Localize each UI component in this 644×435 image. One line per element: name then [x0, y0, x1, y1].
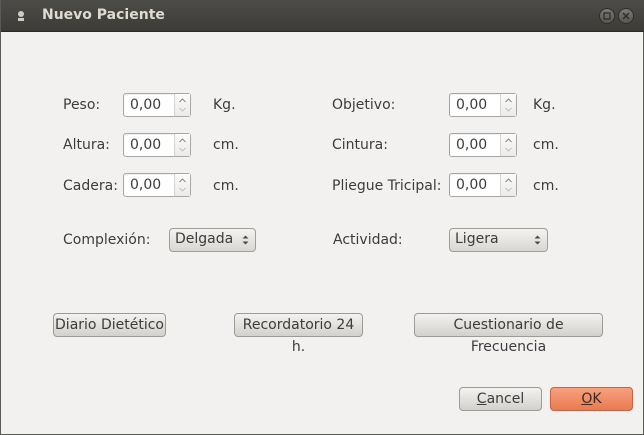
diario-dietetico-button[interactable]: Diario Dietético — [53, 313, 166, 337]
cintura-input[interactable] — [456, 136, 500, 154]
spin-down-icon[interactable] — [179, 106, 186, 113]
cadera-unit: cm. — [213, 178, 239, 194]
cuestionario-frecuencia-button[interactable]: Cuestionario de Frecuencia — [414, 313, 603, 355]
ok-label-rest: K — [592, 391, 602, 407]
close-icon — [622, 12, 630, 20]
cancel-mnemonic: C — [476, 391, 487, 407]
maximize-button[interactable] — [599, 8, 615, 24]
title-bar[interactable]: Nuevo Paciente — [1, 0, 644, 32]
actividad-label: Actividad: — [333, 232, 403, 248]
actividad-select[interactable]: Ligera — [449, 228, 548, 252]
combo-arrows-icon — [242, 235, 249, 245]
altura-input[interactable] — [130, 136, 174, 154]
pliegue-spin-arrows[interactable] — [500, 174, 516, 196]
spin-up-icon[interactable] — [179, 177, 186, 184]
ok-mnemonic: O — [581, 391, 593, 407]
window-menu-icon[interactable] — [16, 10, 26, 22]
close-button[interactable] — [618, 8, 634, 24]
cadera-input[interactable] — [130, 176, 174, 194]
cadera-label: Cadera: — [63, 178, 118, 194]
altura-label: Altura: — [63, 137, 110, 153]
cancel-label-rest: ancel — [486, 391, 525, 407]
altura-spin-arrows[interactable] — [174, 134, 190, 156]
peso-label: Peso: — [63, 97, 101, 113]
spin-down-icon[interactable] — [505, 146, 512, 153]
altura-unit: cm. — [213, 137, 239, 153]
cintura-unit: cm. — [533, 137, 559, 153]
complexion-label: Complexión: — [63, 232, 151, 248]
objetivo-spinbox[interactable] — [449, 93, 517, 117]
peso-input[interactable] — [130, 96, 174, 114]
peso-spin-arrows[interactable] — [174, 94, 190, 116]
peso-unit: Kg. — [213, 97, 236, 113]
cancel-button[interactable]: Cancel — [459, 387, 542, 411]
spin-down-icon[interactable] — [179, 186, 186, 193]
spin-down-icon[interactable] — [505, 186, 512, 193]
pliegue-spinbox[interactable] — [449, 173, 517, 197]
pliegue-label: Pliegue Tricipal: — [332, 178, 442, 194]
maximize-icon — [603, 12, 611, 20]
window-title: Nuevo Paciente — [42, 7, 165, 23]
objetivo-unit: Kg. — [533, 97, 556, 113]
spin-up-icon[interactable] — [505, 137, 512, 144]
spin-down-icon[interactable] — [505, 106, 512, 113]
spin-up-icon[interactable] — [505, 97, 512, 104]
actividad-selected: Ligera — [455, 231, 499, 247]
pliegue-input[interactable] — [456, 176, 500, 194]
objetivo-input[interactable] — [456, 96, 500, 114]
cadera-spin-arrows[interactable] — [174, 174, 190, 196]
peso-spinbox[interactable] — [123, 93, 191, 117]
cintura-spin-arrows[interactable] — [500, 134, 516, 156]
spin-up-icon[interactable] — [179, 97, 186, 104]
complexion-selected: Delgada — [175, 231, 234, 247]
complexion-select[interactable]: Delgada — [169, 228, 256, 252]
dialog-window: Nuevo Paciente Peso: Kg. Altura: cm. Cad… — [0, 0, 644, 435]
spin-up-icon[interactable] — [179, 137, 186, 144]
pliegue-unit: cm. — [533, 178, 559, 194]
objetivo-label: Objetivo: — [332, 97, 396, 113]
combo-arrows-icon — [534, 235, 541, 245]
cadera-spinbox[interactable] — [123, 173, 191, 197]
altura-spinbox[interactable] — [123, 133, 191, 157]
ok-button[interactable]: OK — [550, 387, 633, 411]
objetivo-spin-arrows[interactable] — [500, 94, 516, 116]
spin-up-icon[interactable] — [505, 177, 512, 184]
spin-down-icon[interactable] — [179, 146, 186, 153]
cintura-label: Cintura: — [332, 137, 388, 153]
cintura-spinbox[interactable] — [449, 133, 517, 157]
recordatorio-24h-button[interactable]: Recordatorio 24 h. — [234, 313, 363, 355]
